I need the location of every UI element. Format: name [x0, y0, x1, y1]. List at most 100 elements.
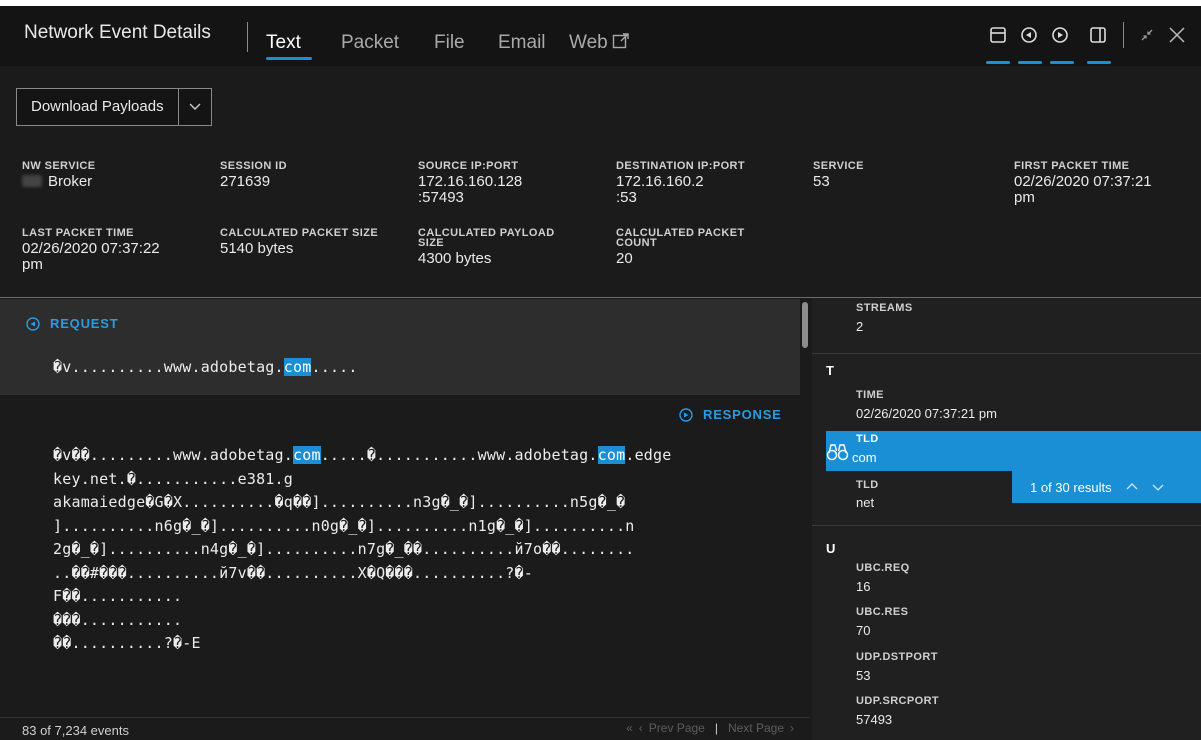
payload-line: ]..........n6g�_�]..........n0g�_�].....… — [53, 516, 635, 535]
search-highlight: com — [283, 358, 312, 376]
search-highlight: com — [293, 446, 321, 464]
meta-key-tld[interactable]: TLD — [856, 433, 879, 445]
meta-value-ubc-res[interactable]: 70 — [856, 623, 870, 638]
meta-value-tld[interactable]: net — [856, 495, 874, 510]
chevron-down-icon[interactable] — [1152, 482, 1164, 492]
chevron-up-icon[interactable] — [1126, 482, 1138, 492]
active-tab-indicator — [266, 57, 312, 60]
payload-text: .....�...........www.adobetag. — [320, 446, 598, 464]
meta-value-udp-srcport[interactable]: 57493 — [856, 712, 892, 727]
meta-key-udp-srcport[interactable]: UDP.SRCPORT — [856, 695, 939, 707]
meta-value-tld[interactable]: com — [852, 450, 877, 465]
tab-web[interactable]: Web — [569, 32, 630, 56]
meta-value: 53 — [813, 173, 830, 190]
search-results-navigator: 1 of 30 results — [1012, 471, 1201, 503]
group-letter-u: U — [826, 541, 836, 556]
response-header[interactable]: RESPONSE — [679, 407, 782, 422]
meta-value: 02/26/2020 07:37:21 — [1014, 173, 1152, 190]
request-header[interactable]: REQUEST — [26, 316, 118, 331]
meta-value: 172.16.160.2 — [616, 173, 704, 190]
split-pane-icon[interactable] — [1087, 24, 1109, 46]
download-options-dropdown[interactable] — [179, 89, 211, 125]
text-scrollbar-thumb[interactable] — [802, 302, 808, 348]
close-icon[interactable] — [1166, 24, 1188, 46]
payload-line: ���........... — [53, 610, 183, 629]
meta-value: 5140 bytes — [220, 240, 294, 257]
meta-label: FIRST PACKET TIME — [1014, 160, 1130, 172]
tab-web-label: Web — [569, 32, 608, 53]
next-page-link[interactable]: Next Page — [728, 721, 784, 735]
meta-value-ubc-req[interactable]: 16 — [856, 579, 870, 594]
events-count: 83 of 7,234 events — [22, 723, 129, 738]
meta-key-streams[interactable]: STREAMS — [856, 302, 913, 314]
meta-last-packet-time: LAST PACKET TIME 02/26/2020 07:37:22 pm — [22, 228, 160, 273]
meta-label: SOURCE IP:PORT — [418, 160, 519, 172]
meta-value-udp-dstport[interactable]: 53 — [856, 668, 870, 683]
meta-first-packet-time: FIRST PACKET TIME 02/26/2020 07:37:21 pm — [1014, 161, 1152, 206]
selected-meta-row[interactable] — [826, 431, 1201, 471]
meta-key-tld[interactable]: TLD — [856, 479, 879, 491]
meta-calc-packet-count: CALCULATED PACKET COUNT 20 — [616, 228, 745, 267]
download-payloads-group: Download Payloads — [16, 88, 212, 126]
meta-label: DESTINATION IP:PORT — [616, 160, 746, 172]
meta-value: :53 — [616, 189, 637, 206]
events-footer: 83 of 7,234 events « ‹ Prev Page | Next … — [0, 717, 810, 740]
response-icon[interactable] — [1049, 24, 1071, 46]
pagination: « ‹ Prev Page | Next Page › — [626, 721, 794, 735]
meta-key-ubc-res[interactable]: UBC.RES — [856, 606, 908, 618]
request-icon[interactable] — [1018, 24, 1040, 46]
split-pane-indicator — [1087, 61, 1111, 64]
page-title: Network Event Details — [24, 22, 211, 43]
meta-value: 02/26/2020 07:37:22 — [22, 240, 160, 257]
meta-label: NW SERVICE — [22, 160, 96, 172]
meta-value: pm — [22, 256, 43, 273]
response-indicator — [1050, 61, 1074, 64]
meta-value-streams[interactable]: 2 — [856, 319, 863, 334]
prev-page-link[interactable]: Prev Page — [649, 721, 705, 735]
download-payloads-button[interactable]: Download Payloads — [17, 89, 179, 125]
meta-key-udp-dstport[interactable]: UDP.DSTPORT — [856, 651, 938, 663]
payload-line: 2g�_�]..........n4g�_�]..........n7g�_��… — [53, 540, 635, 558]
nw-service-value: Broker — [48, 173, 93, 190]
meta-label: SIZE — [418, 237, 445, 249]
meta-session-id: SESSION ID 271639 — [220, 161, 287, 190]
response-arrow-icon — [679, 407, 693, 422]
next-page-icon: › — [790, 721, 794, 735]
tab-packet[interactable]: Packet — [341, 32, 399, 54]
external-link-icon — [612, 32, 630, 56]
shrink-icon[interactable] — [1136, 24, 1158, 46]
meta-calc-packet-size: CALCULATED PACKET SIZE 5140 bytes — [220, 228, 378, 257]
response-label: RESPONSE — [703, 407, 782, 422]
payload-line: F��........... — [53, 587, 183, 605]
request-section: REQUEST �v..........www.adobetag.com....… — [0, 299, 800, 395]
tab-text[interactable]: Text — [266, 32, 301, 54]
pager-divider: | — [714, 721, 718, 735]
meta-value: 271639 — [220, 173, 271, 190]
meta-label: SERVICE — [813, 160, 864, 172]
tab-email[interactable]: Email — [498, 32, 546, 54]
meta-value: Broker — [22, 174, 95, 190]
payload-text: �v..........www.adobetag. — [53, 358, 284, 376]
meta-key-time[interactable]: TIME — [856, 389, 884, 401]
search-highlight: com — [597, 446, 626, 464]
request-arrow-icon — [26, 316, 40, 331]
divider — [812, 525, 1201, 526]
payload-text: .edge — [625, 446, 672, 464]
response-payload-text: �v��.........www.adobetag.com.....�.....… — [53, 444, 672, 656]
meta-key-ubc-req[interactable]: UBC.REQ — [856, 562, 910, 574]
payload-line: key.net.�...........e381.g — [53, 469, 293, 488]
meta-value: 20 — [616, 250, 633, 267]
first-page-icon[interactable]: « — [626, 721, 633, 735]
meta-label: LAST PACKET TIME — [22, 227, 134, 239]
layout-icon[interactable] — [987, 24, 1009, 46]
request-payload-text: �v..........www.adobetag.com..... — [53, 358, 358, 376]
meta-label: COUNT — [616, 237, 658, 249]
meta-destination-ip: DESTINATION IP:PORT 172.16.160.2 :53 — [616, 161, 745, 206]
chevron-down-icon — [189, 103, 201, 110]
header-bar: Network Event Details Text Packet File E… — [0, 6, 1201, 66]
binoculars-icon — [826, 444, 849, 461]
meta-nw-service: NW SERVICE Broker — [22, 161, 95, 190]
tab-file[interactable]: File — [434, 32, 465, 54]
meta-service: SERVICE 53 — [813, 161, 864, 190]
meta-value-time[interactable]: 02/26/2020 07:37:21 pm — [856, 406, 997, 421]
